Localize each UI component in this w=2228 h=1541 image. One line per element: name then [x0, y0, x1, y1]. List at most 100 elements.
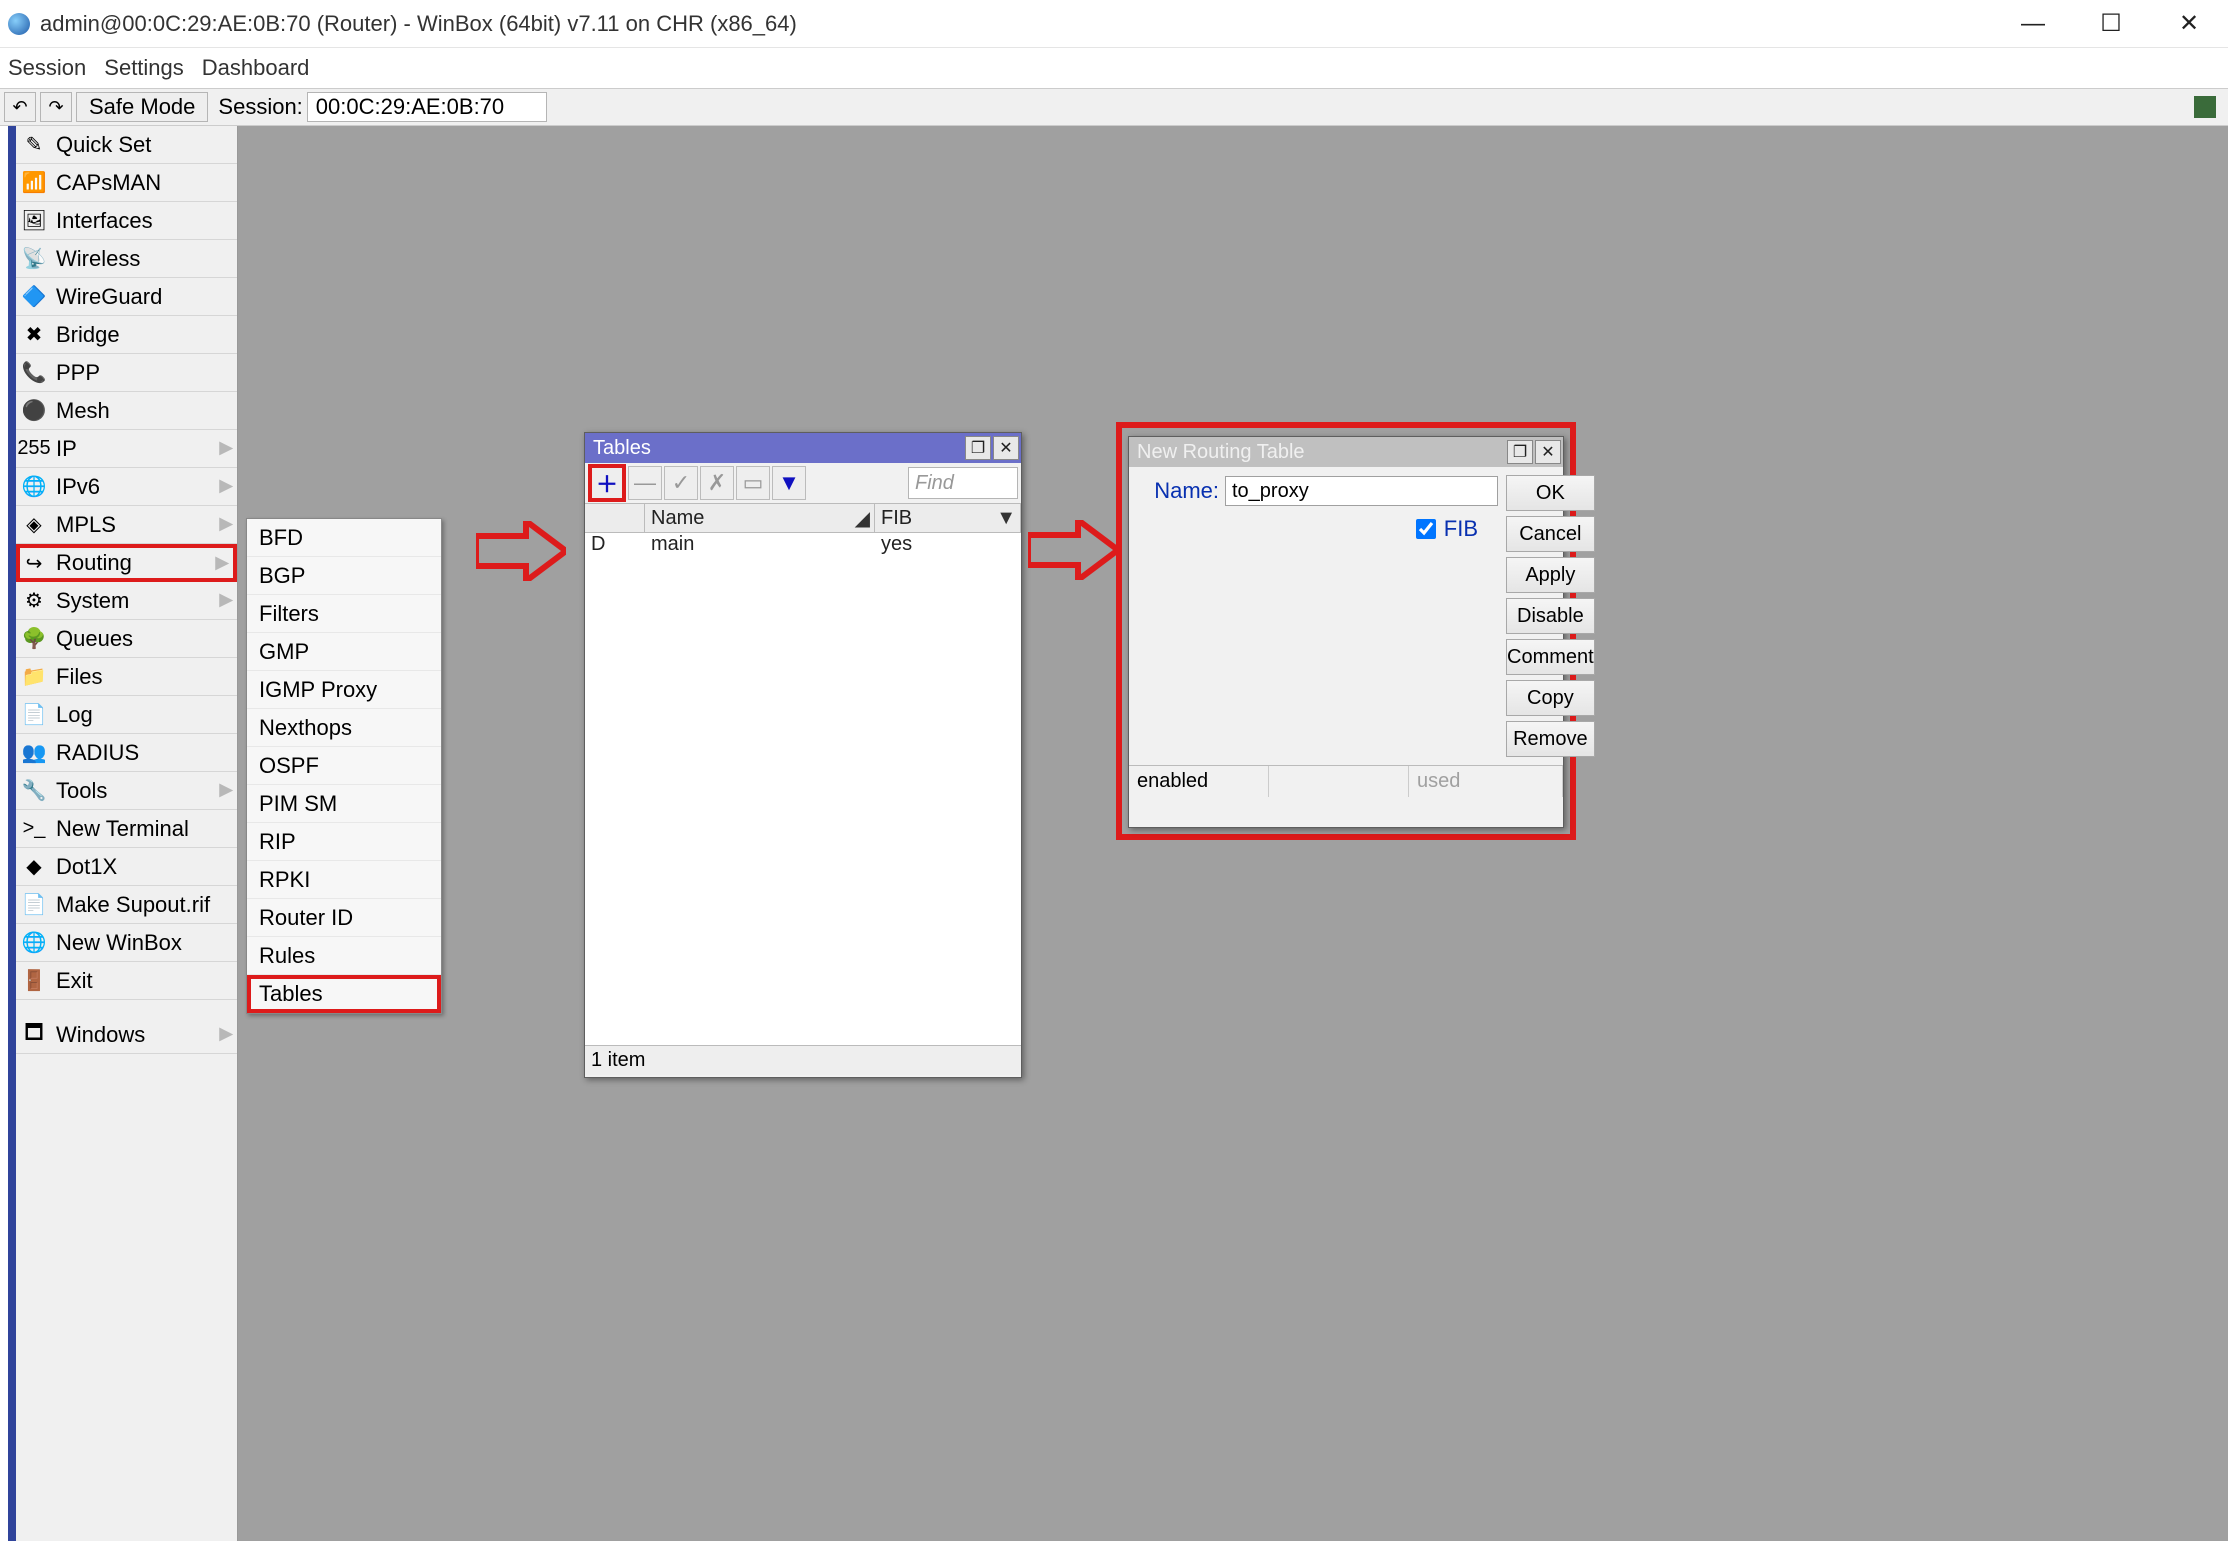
- col-flag[interactable]: [585, 504, 645, 532]
- sidebar-item-label: Mesh: [56, 398, 110, 424]
- sidebar-item-tools[interactable]: 🔧Tools▾: [16, 772, 237, 810]
- sidebar-item-label: Quick Set: [56, 132, 151, 158]
- sort-asc-icon: ◢: [855, 506, 870, 531]
- undo-button[interactable]: ↶: [4, 92, 36, 122]
- comment-button[interactable]: Comment: [1506, 639, 1595, 675]
- sidebar-item-wireless[interactable]: 📡Wireless: [16, 240, 237, 278]
- submenu-item-gmp[interactable]: GMP: [247, 633, 441, 671]
- comment-button[interactable]: ▭: [736, 466, 770, 500]
- submenu-item-igmp-proxy[interactable]: IGMP Proxy: [247, 671, 441, 709]
- sidebar-item-label: Log: [56, 702, 93, 728]
- remove-button[interactable]: —: [628, 466, 662, 500]
- submenu-item-nexthops[interactable]: Nexthops: [247, 709, 441, 747]
- cancel-button[interactable]: Cancel: [1506, 516, 1595, 552]
- menu-session[interactable]: Session: [8, 55, 86, 81]
- sidebar-item-make-supout.rif[interactable]: 📄Make Supout.rif: [16, 886, 237, 924]
- submenu-item-rpki[interactable]: RPKI: [247, 861, 441, 899]
- sidebar-item-radius[interactable]: 👥RADIUS: [16, 734, 237, 772]
- minimize-button[interactable]: —: [1994, 0, 2072, 48]
- apply-button[interactable]: Apply: [1506, 557, 1595, 593]
- submenu-item-bfd[interactable]: BFD: [247, 519, 441, 557]
- sidebar-item-ipv6[interactable]: 🌐IPv6▾: [16, 468, 237, 506]
- submenu-item-filters[interactable]: Filters: [247, 595, 441, 633]
- menu-settings[interactable]: Settings: [104, 55, 184, 81]
- tables-body[interactable]: D main yes: [585, 533, 1021, 1045]
- chevron-right-icon: ▾: [207, 593, 240, 607]
- chevron-right-icon: ▾: [207, 517, 240, 531]
- enable-button[interactable]: ✓: [664, 466, 698, 500]
- sidebar-item-log[interactable]: 📄Log: [16, 696, 237, 734]
- find-input[interactable]: Find: [908, 467, 1018, 499]
- sidebar-item-exit[interactable]: 🚪Exit: [16, 962, 237, 1000]
- tables-close-button[interactable]: ✕: [993, 436, 1019, 460]
- copy-button[interactable]: Copy: [1506, 680, 1595, 716]
- sidebar-item-new-winbox[interactable]: 🌐New WinBox: [16, 924, 237, 962]
- disable-button[interactable]: Disable: [1506, 598, 1595, 634]
- status-enabled: enabled: [1129, 766, 1269, 797]
- sidebar-item-label: Windows: [56, 1022, 145, 1048]
- sidebar-icon: 🚪: [22, 969, 46, 993]
- sidebar-item-quick-set[interactable]: ✎Quick Set: [16, 126, 237, 164]
- sidebar-item-bridge[interactable]: ✖Bridge: [16, 316, 237, 354]
- sidebar-icon: 📶: [22, 171, 46, 195]
- sidebar-item-routing[interactable]: ↪Routing▾: [16, 544, 237, 582]
- sidebar-item-files[interactable]: 📁Files: [16, 658, 237, 696]
- sidebar-item-interfaces[interactable]: 🖼Interfaces: [16, 202, 237, 240]
- sidebar-item-mesh[interactable]: ⚫Mesh: [16, 392, 237, 430]
- disable-button[interactable]: ✗: [700, 466, 734, 500]
- sidebar-item-new-terminal[interactable]: >_New Terminal: [16, 810, 237, 848]
- sidebar-item-queues[interactable]: 🌳Queues: [16, 620, 237, 658]
- sidebar-item-label: IPv6: [56, 474, 100, 500]
- new-routing-table-dialog: New Routing Table ❐ ✕ Name: FIB OKCancel…: [1128, 436, 1564, 828]
- session-value[interactable]: 00:0C:29:AE:0B:70: [307, 92, 547, 122]
- dialog-restore-button[interactable]: ❐: [1507, 440, 1533, 464]
- dropdown-icon: ▼: [996, 507, 1016, 530]
- submenu-item-pim-sm[interactable]: PIM SM: [247, 785, 441, 823]
- dialog-titlebar[interactable]: New Routing Table ❐ ✕: [1129, 437, 1563, 467]
- dialog-close-button[interactable]: ✕: [1535, 440, 1561, 464]
- sidebar-item-capsman[interactable]: 📶CAPsMAN: [16, 164, 237, 202]
- submenu-item-tables[interactable]: Tables: [247, 975, 441, 1013]
- close-button[interactable]: ✕: [2150, 0, 2228, 48]
- safe-mode-button[interactable]: Safe Mode: [76, 92, 208, 122]
- chevron-right-icon: ▾: [207, 441, 240, 455]
- sidebar-item-mpls[interactable]: ◈MPLS▾: [16, 506, 237, 544]
- name-input[interactable]: [1225, 476, 1498, 506]
- submenu-item-ospf[interactable]: OSPF: [247, 747, 441, 785]
- status-indicator: [2194, 96, 2216, 118]
- sidebar-item-windows[interactable]: 🗖Windows▾: [16, 1016, 237, 1054]
- col-name[interactable]: Name◢: [645, 504, 875, 532]
- ok-button[interactable]: OK: [1506, 475, 1595, 511]
- table-row[interactable]: D main yes: [585, 533, 1021, 561]
- chevron-right-icon: ▾: [207, 1027, 240, 1041]
- filter-button[interactable]: ▼: [772, 466, 806, 500]
- fib-checkbox[interactable]: [1416, 519, 1436, 539]
- sidebar-item-label: Tools: [56, 778, 107, 804]
- menu-dashboard[interactable]: Dashboard: [202, 55, 310, 81]
- tables-window-titlebar[interactable]: Tables ❐ ✕: [585, 433, 1021, 463]
- sidebar-icon: 255: [22, 437, 46, 461]
- sidebar-item-dot1x[interactable]: ◆Dot1X: [16, 848, 237, 886]
- redo-button[interactable]: ↷: [40, 92, 72, 122]
- sidebar-item-label: IP: [56, 436, 77, 462]
- sidebar-icon: ✖: [22, 323, 46, 347]
- sidebar-item-ip[interactable]: 255 IP ▾: [16, 430, 237, 468]
- submenu-item-rules[interactable]: Rules: [247, 937, 441, 975]
- col-fib[interactable]: FIB▼: [875, 504, 1021, 532]
- sidebar-icon: 🔷: [22, 285, 46, 309]
- tables-restore-button[interactable]: ❐: [965, 436, 991, 460]
- dialog-title: New Routing Table: [1137, 441, 1305, 464]
- sidebar-item-system[interactable]: ⚙System▾: [16, 582, 237, 620]
- sidebar-item-wireguard[interactable]: 🔷WireGuard: [16, 278, 237, 316]
- submenu-item-bgp[interactable]: BGP: [247, 557, 441, 595]
- sidebar-item-ppp[interactable]: 📞PPP: [16, 354, 237, 392]
- tables-window-title: Tables: [593, 437, 651, 460]
- add-button[interactable]: ＋: [588, 464, 626, 502]
- maximize-button[interactable]: ☐: [2072, 0, 2150, 48]
- submenu-item-rip[interactable]: RIP: [247, 823, 441, 861]
- sidebar-icon: 🌐: [22, 931, 46, 955]
- submenu-item-router-id[interactable]: Router ID: [247, 899, 441, 937]
- remove-button[interactable]: Remove: [1506, 721, 1595, 757]
- sidebar-icon: ⚙: [22, 589, 46, 613]
- sidebar-item-label: Wireless: [56, 246, 140, 272]
